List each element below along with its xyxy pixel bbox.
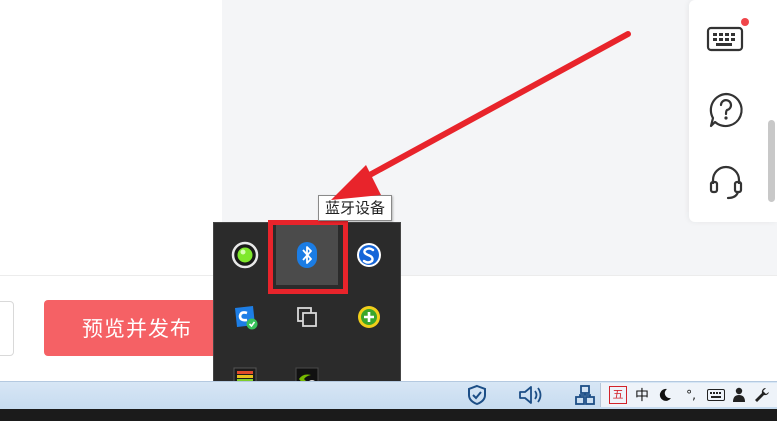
ime-punctuation-toggle[interactable]: °,: [679, 383, 703, 407]
help-question-icon[interactable]: [704, 88, 748, 132]
ime-status-bar: 五 中 °,: [600, 383, 777, 407]
editor-white-panel: [0, 0, 222, 275]
ime-mode-indicator[interactable]: 五: [607, 383, 629, 407]
half-moon-icon[interactable]: [655, 383, 675, 407]
preview-and-publish-button[interactable]: 预览并发布: [44, 300, 234, 356]
keyboard-icon[interactable]: [705, 383, 727, 407]
vertical-scrollbar-thumb[interactable]: [768, 120, 775, 202]
taskbar-bottom-edge: [0, 409, 777, 421]
shield-check-icon[interactable]: [464, 384, 490, 406]
ime-mode-glyph: 五: [609, 386, 627, 404]
speaker-volume-icon[interactable]: [516, 384, 546, 406]
tencent-pc-manager-icon[interactable]: [214, 287, 276, 347]
ime-language-toggle[interactable]: 中: [631, 383, 653, 407]
user-icon[interactable]: [729, 383, 749, 407]
green-plus-security-icon[interactable]: [338, 287, 400, 347]
floating-side-toolbar: [689, 0, 777, 222]
secondary-button[interactable]: [0, 301, 14, 356]
bluetooth-tooltip: 蓝牙设备: [318, 195, 393, 221]
customer-service-headset-icon[interactable]: [704, 160, 748, 204]
screen: 预览并发布 蓝牙设备 五 中 °,: [0, 0, 777, 421]
wrench-icon[interactable]: [751, 383, 773, 407]
copy-clipboard-icon[interactable]: [276, 287, 338, 347]
keyboard-icon[interactable]: [704, 16, 749, 60]
bluetooth-highlight-box: [268, 220, 348, 294]
green-status-orb-icon[interactable]: [214, 225, 276, 285]
notification-badge-dot: [741, 18, 749, 26]
network-icon[interactable]: [572, 384, 598, 406]
